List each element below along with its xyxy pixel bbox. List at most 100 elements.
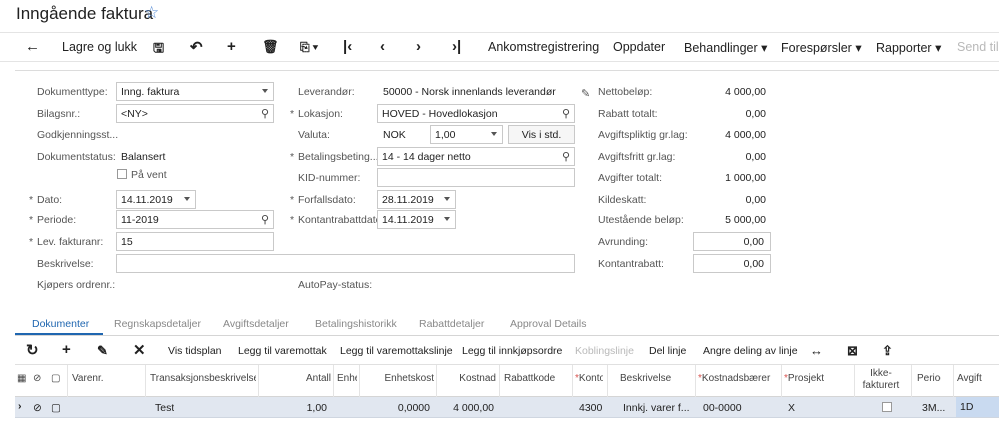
copy-paste-icon[interactable]: ⎘ ▾ bbox=[300, 40, 318, 55]
attachment-icon: ⊘ bbox=[33, 373, 42, 384]
bilagsnr-field[interactable]: <NY> ⚲ bbox=[116, 104, 274, 123]
last-record-icon[interactable]: ›| bbox=[452, 38, 461, 55]
cell-prosjekt[interactable]: X bbox=[788, 402, 795, 414]
tab-approval-details[interactable]: Approval Details bbox=[510, 318, 586, 330]
table-row[interactable]: › ⊘ ▢ Test 1,00 0,0000 4 000,00 4300 Inn… bbox=[15, 397, 999, 418]
legg-til-varemottak-button[interactable]: Legg til varemottak bbox=[238, 345, 327, 357]
upload-icon[interactable]: ⇪ bbox=[882, 343, 893, 359]
avrunding-field[interactable]: 0,00 bbox=[693, 232, 771, 251]
kontantrabatt-field[interactable]: 0,00 bbox=[693, 254, 771, 273]
previous-record-icon[interactable]: ‹ bbox=[380, 38, 385, 55]
legg-til-varemottakslinje-button[interactable]: Legg til varemottakslinje bbox=[340, 345, 453, 357]
search-icon[interactable]: ⚲ bbox=[261, 213, 269, 226]
col-antall[interactable]: Antall bbox=[263, 373, 331, 384]
tab-rabattdetaljer[interactable]: Rabattdetaljer bbox=[419, 318, 484, 330]
col-transbeskr[interactable]: Transaksjonsbeskrivelse bbox=[150, 373, 256, 384]
legg-til-innkjopsordre-button[interactable]: Legg til innkjøpsordre bbox=[462, 345, 562, 357]
add-icon[interactable]: + bbox=[227, 38, 236, 55]
lokasjon-field[interactable]: HOVED - Hovedlokasjon ⚲ bbox=[377, 104, 575, 123]
cell-kostnadsbaerer[interactable]: 00-0000 bbox=[703, 402, 742, 414]
col-kostnad[interactable]: Kostnad bbox=[440, 373, 496, 384]
del-linje-button[interactable]: Del linje bbox=[649, 345, 686, 357]
tab-avgiftsdetaljer[interactable]: Avgiftsdetaljer bbox=[223, 318, 289, 330]
search-icon[interactable]: ⚲ bbox=[562, 107, 570, 120]
col-periode[interactable]: Periode bbox=[917, 373, 941, 384]
kid-field[interactable] bbox=[377, 168, 575, 187]
attachment-icon[interactable]: ⊘ bbox=[33, 402, 42, 414]
col-rabattkode[interactable]: Rabattkode bbox=[504, 373, 570, 384]
cell-konto[interactable]: 4300 bbox=[579, 402, 602, 414]
col-varenr[interactable]: Varenr. bbox=[72, 373, 144, 384]
lokasjon-label: Lokasjon: bbox=[290, 108, 343, 120]
total-label-kontantrabatt: Kontantrabatt: bbox=[598, 258, 664, 270]
col-avgift[interactable]: Avgift bbox=[957, 373, 997, 384]
cell-avgift[interactable]: 1D bbox=[956, 397, 999, 417]
edit-pencil-icon[interactable]: ✎ bbox=[581, 87, 590, 100]
favorite-star-icon[interactable]: ☆ bbox=[144, 3, 159, 23]
undo-icon[interactable]: ↶ bbox=[190, 38, 203, 56]
close-icon[interactable]: ✕ bbox=[133, 341, 146, 359]
row-selector-icon[interactable]: › bbox=[18, 400, 22, 412]
angre-deling-button[interactable]: Angre deling av linje bbox=[703, 345, 798, 357]
beskrivelse-field[interactable] bbox=[116, 254, 575, 273]
koblingslinje-button[interactable]: Koblingslinje bbox=[575, 345, 634, 357]
lev-fakturanr-field[interactable]: 15 bbox=[116, 232, 274, 251]
first-record-icon[interactable]: |‹ bbox=[343, 38, 352, 55]
ikke-fakturert-checkbox[interactable] bbox=[882, 402, 892, 412]
vis-tidsplan-button[interactable]: Vis tidsplan bbox=[168, 345, 222, 357]
lev-fakturanr-label: Lev. fakturanr: bbox=[29, 236, 103, 248]
save-close-button[interactable]: Lagre og lukk bbox=[62, 40, 137, 54]
total-label-utestaende: Utestående beløp: bbox=[598, 214, 684, 226]
betalingsbet-value: 14 - 14 dager netto bbox=[382, 151, 471, 163]
col-beskrivelse[interactable]: Beskrivelse bbox=[620, 373, 695, 384]
ankomstregistrering-button[interactable]: Ankomstregistrering bbox=[488, 40, 599, 54]
active-tab-indicator bbox=[15, 333, 103, 335]
tab-regnskapsdetaljer[interactable]: Regnskapsdetaljer bbox=[114, 318, 201, 330]
cell-kostnad[interactable]: 4 000,00 bbox=[440, 402, 494, 414]
cell-antall[interactable]: 1,00 bbox=[267, 402, 327, 414]
valuta-rate-select[interactable]: 1,00 bbox=[430, 125, 503, 144]
export-excel-icon[interactable]: ⊠ bbox=[847, 343, 858, 359]
delete-icon[interactable]: 🗑 bbox=[262, 39, 279, 55]
total-label-avrunding: Avrunding: bbox=[598, 236, 649, 248]
detail-tabs: Dokumenter Regnskapsdetaljer Avgiftsdeta… bbox=[15, 314, 999, 336]
rapporter-menu[interactable]: Rapporter ▾ bbox=[876, 40, 941, 55]
fit-columns-icon[interactable]: ↔ bbox=[810, 343, 823, 358]
refresh-icon[interactable]: ↻ bbox=[26, 341, 39, 359]
cell-beskrivelse[interactable]: Innkj. varer f... bbox=[623, 402, 693, 414]
vis-i-std-button[interactable]: Vis i std. bbox=[508, 125, 575, 144]
dokumenttype-select[interactable]: Inng. faktura bbox=[116, 82, 274, 101]
forfallsdato-field[interactable]: 28.11.2019 bbox=[377, 190, 456, 209]
col-prosjekt[interactable]: Prosjekt bbox=[784, 373, 854, 384]
cell-enhetskost[interactable]: 0,0000 bbox=[355, 402, 430, 414]
col-kostnadsbaerer[interactable]: Kostnadsbærer bbox=[698, 373, 782, 384]
foresporsler-menu[interactable]: Forespørsler ▾ bbox=[781, 40, 862, 55]
cell-transbeskr[interactable]: Test bbox=[155, 402, 174, 414]
edit-pencil-icon[interactable]: ✎ bbox=[97, 343, 108, 359]
dato-field[interactable]: 14.11.2019 bbox=[116, 190, 196, 209]
tab-betalingshistorikk[interactable]: Betalingshistorikk bbox=[315, 318, 397, 330]
kontantrabattdato-field[interactable]: 14.11.2019 bbox=[377, 210, 456, 229]
cell-periode[interactable]: 3M... bbox=[922, 402, 945, 414]
next-record-icon[interactable]: › bbox=[416, 38, 421, 55]
arrow-left-icon[interactable]: ← bbox=[25, 38, 40, 55]
note-icon[interactable]: ▢ bbox=[51, 402, 61, 414]
periode-field[interactable]: 11-2019 ⚲ bbox=[116, 210, 274, 229]
save-icon[interactable]: 🖫 bbox=[153, 39, 164, 61]
row-settings-icon[interactable]: ▦ bbox=[17, 373, 26, 384]
search-icon[interactable]: ⚲ bbox=[562, 150, 570, 163]
grid-toolbar: ↻ + ✎ ✕ Vis tidsplan Legg til varemottak… bbox=[15, 337, 999, 365]
send-til-button[interactable]: Send til bbox=[957, 40, 999, 54]
paa-vent-checkbox[interactable] bbox=[117, 169, 127, 179]
col-ikke-fakturert[interactable]: Ikke-fakturert bbox=[858, 368, 904, 392]
col-konto[interactable]: Konto bbox=[575, 373, 603, 384]
behandlinger-menu[interactable]: Behandlinger ▾ bbox=[684, 40, 767, 55]
oppdater-button[interactable]: Oppdater bbox=[613, 40, 665, 54]
tab-dokumenter[interactable]: Dokumenter bbox=[32, 318, 89, 330]
search-icon[interactable]: ⚲ bbox=[261, 107, 269, 120]
col-enhetskost[interactable]: Enhetskost bbox=[365, 373, 434, 384]
godkjenning-label: Godkjenningsst... bbox=[37, 129, 119, 141]
add-row-icon[interactable]: + bbox=[62, 341, 71, 358]
betalingsbet-field[interactable]: 14 - 14 dager netto ⚲ bbox=[377, 147, 575, 166]
col-enhet[interactable]: Enhet bbox=[337, 373, 357, 384]
